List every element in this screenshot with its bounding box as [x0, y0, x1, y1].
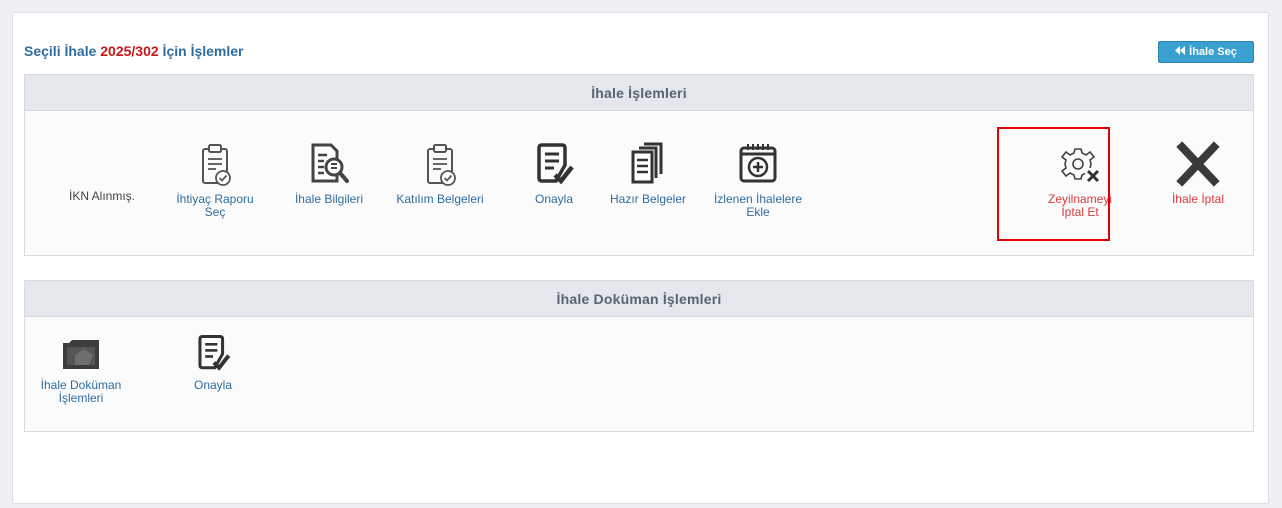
ihtiyac-raporu-sec-button[interactable]: İhtiyaç Raporu Seç: [167, 141, 263, 219]
selected-action-highlight: [997, 127, 1110, 241]
cancel-x-icon: [1175, 141, 1221, 187]
documents-stack-icon: [628, 141, 668, 187]
clipboard-check-icon: [198, 141, 232, 187]
izlenen-ihalelere-ekle-button[interactable]: İzlenen İhalelere Ekle: [698, 141, 818, 219]
folder-icon: [59, 333, 103, 373]
izlenen-ihalelere-label: İzlenen İhalelere Ekle: [713, 192, 803, 219]
ihale-islemleri-heading: İhale İşlemleri: [25, 75, 1253, 111]
ihale-dokuman-islemleri-button[interactable]: İhale Doküman İşlemleri: [33, 333, 129, 405]
ihale-sec-button[interactable]: İhale Seç: [1158, 41, 1254, 63]
onayla-button[interactable]: Onayla: [519, 141, 589, 206]
onayla-label: Onayla: [534, 192, 574, 206]
ihale-sec-label: İhale Seç: [1189, 46, 1237, 58]
approve-document-icon: [193, 333, 233, 373]
ihale-iptal-label: İhale İptal: [1171, 192, 1225, 206]
add-to-watchlist-icon: [736, 141, 780, 187]
document-search-icon: [307, 141, 351, 187]
title-suffix: İçin İşlemler: [158, 43, 244, 59]
dokuman-onayla-button[interactable]: Onayla: [185, 333, 241, 392]
katilim-belgeleri-button[interactable]: Katılım Belgeleri: [384, 141, 496, 206]
dokuman-onayla-label: Onayla: [193, 378, 233, 392]
dokuman-islemleri-heading: İhale Doküman İşlemleri: [25, 281, 1253, 317]
title-prefix: Seçili İhale: [24, 43, 101, 59]
double-chevron-left-icon: [1175, 46, 1186, 58]
page-title: Seçili İhale 2025/302 İçin İşlemler: [24, 43, 244, 59]
ihale-dokuman-islemleri-panel: İhale Doküman İşlemleri İhale Doküman İş…: [24, 280, 1254, 432]
dokuman-islemleri-label: İhale Doküman İşlemleri: [40, 378, 122, 405]
ihale-bilgileri-label: İhale Bilgileri: [294, 192, 364, 206]
ihale-bilgileri-button[interactable]: İhale Bilgileri: [281, 141, 377, 206]
ihale-number: 2025/302: [100, 43, 159, 59]
hazir-belgeler-label: Hazır Belgeler: [609, 192, 687, 206]
ikn-status: İKN Alınmış.: [69, 189, 136, 203]
katilim-belgeleri-label: Katılım Belgeleri: [396, 192, 484, 206]
ihale-iptal-button[interactable]: İhale İptal: [1153, 141, 1243, 206]
hazir-belgeler-button[interactable]: Hazır Belgeler: [599, 141, 697, 206]
clipboard-check-icon: [423, 141, 457, 187]
ihtiyac-raporu-label: İhtiyaç Raporu Seç: [176, 192, 254, 219]
approve-document-icon: [534, 141, 574, 187]
